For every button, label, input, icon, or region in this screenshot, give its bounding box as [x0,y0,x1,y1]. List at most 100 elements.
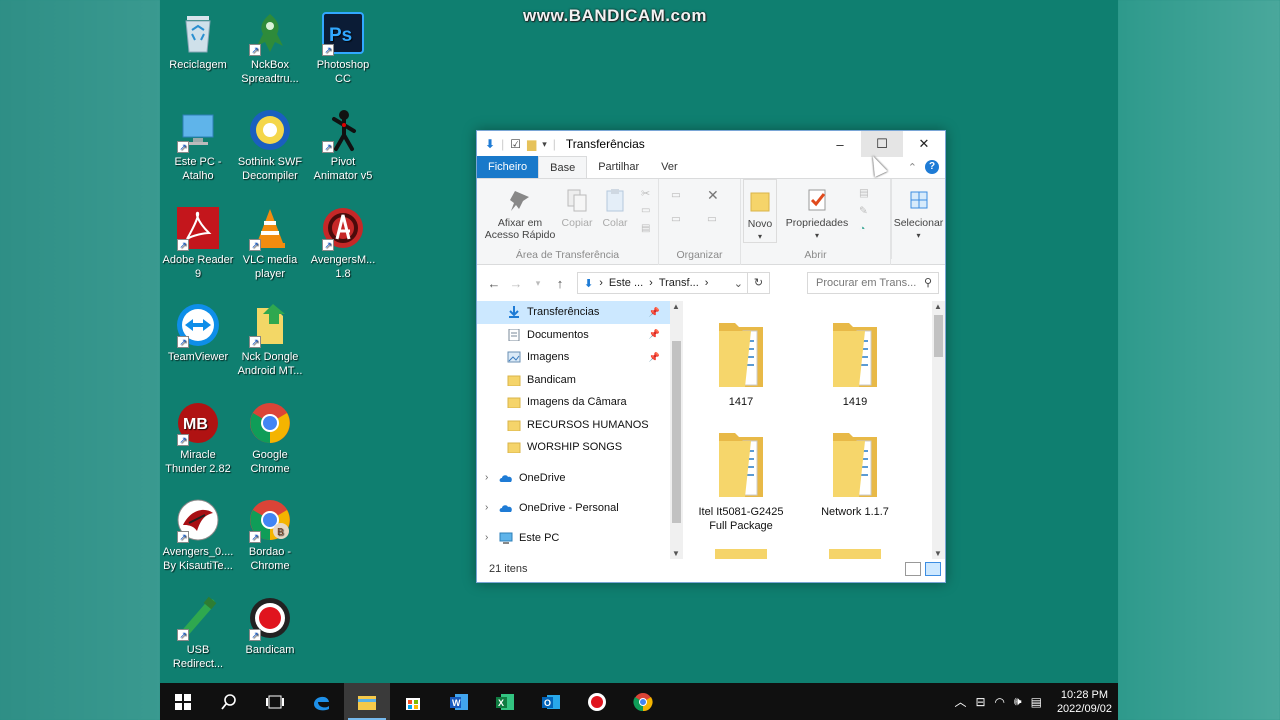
dropdown-icon[interactable]: ▾ [542,139,547,150]
nav-item-imagens[interactable]: Imagens 📌 [477,346,670,369]
back-button[interactable]: ← [483,276,505,291]
desktop-icon-este-pc[interactable]: ↗ Este PC - Atalho [160,101,236,191]
scroll-up-icon[interactable]: ▲ [672,302,680,311]
edge-icon[interactable] [298,683,344,720]
nav-root-este-pc[interactable]: › Este PC [477,523,670,553]
nav-root-onedrive[interactable]: › OneDrive [477,463,670,493]
task-view-icon[interactable] [252,683,298,720]
desktop-icon-miracle[interactable]: MB ↗ Miracle Thunder 2.82 [160,394,236,484]
nav-item-bandicam[interactable]: Bandicam [477,369,670,392]
address-bar[interactable]: ⬇ › Este ... › Transf... › ⌄ ↻ [577,272,770,294]
expand-chevron-icon[interactable]: › [485,532,499,543]
desktop-icon-teamviewer[interactable]: ↗ TeamViewer [160,296,236,386]
network-adapter-icon[interactable]: ⊟ [975,695,985,709]
notifications-icon[interactable]: ▤ [1031,695,1042,709]
pin-quick-access-button[interactable]: Afixar em Acesso Rápido [481,187,559,241]
nav-scrollbar[interactable]: ▲ ▼ [670,301,683,559]
search-input[interactable]: Procurar em Trans... ⚲ [807,272,939,294]
scrollbar-thumb[interactable] [934,315,943,357]
show-hidden-icons-icon[interactable]: ︿ [954,693,966,710]
content-scrollbar[interactable]: ▲ ▼ [932,301,945,559]
nav-root-onedrive-personal[interactable]: › OneDrive - Personal [477,493,670,523]
expand-chevron-icon[interactable]: › [485,502,499,513]
up-button[interactable]: ↑ [549,276,571,291]
file-item[interactable]: 1417 [693,317,789,409]
copy-button[interactable]: Copiar [559,187,595,229]
search-icon[interactable] [206,683,252,720]
tab-ver[interactable]: Ver [650,156,689,178]
file-item[interactable]: 1419 [807,317,903,409]
recent-locations-button[interactable]: ▾ [527,278,549,289]
details-view-icon[interactable] [905,562,921,576]
desktop-icon-nck-dongle[interactable]: ↗ Nck Dongle Android MT... [232,296,308,386]
tab-base[interactable]: Base [538,156,588,178]
folder-icon[interactable]: ▆ [527,137,536,151]
new-folder-button[interactable]: Novo ▾ [743,179,777,243]
refresh-icon[interactable]: ↻ [747,273,769,293]
clock[interactable]: 10:28 PM 2022/09/02 [1057,688,1112,716]
nav-item-documentos[interactable]: Documentos 📌 [477,324,670,347]
volume-icon[interactable]: 🕪 [1014,694,1022,709]
breadcrumb-transferencias[interactable]: Transf... [659,277,699,289]
scrollbar-thumb[interactable] [672,341,681,523]
desktop-icon-usb-redirector[interactable]: ↗ USB Redirect... [160,589,236,679]
delete-icon[interactable]: ✕ [707,187,719,203]
download-arrow-icon[interactable]: ⬇ [485,137,495,151]
desktop-icon-nckbox[interactable]: ↗ NckBox Spreadtru... [232,4,308,94]
tab-ficheiro[interactable]: Ficheiro [477,156,539,178]
select-button[interactable]: Selecionar ▾ [891,179,945,259]
file-explorer-icon[interactable] [344,683,390,720]
store-icon[interactable] [390,683,436,720]
desktop-icon-photoshop[interactable]: Ps ↗ Photoshop CC [305,4,381,94]
paste-shortcut-icon[interactable]: ▤ [641,223,653,235]
scroll-down-icon[interactable]: ▼ [934,549,942,558]
file-item[interactable]: Network 1.1.7 [807,427,903,519]
desktop-icon-bandicam[interactable]: ↗ Bandicam [232,589,308,679]
nav-item-worship-songs[interactable]: WORSHIP SONGS [477,436,670,459]
outlook-icon[interactable]: O [528,683,574,720]
scroll-up-icon[interactable]: ▲ [934,302,942,311]
file-explorer-window[interactable]: ⬇ | ☑ ▆ ▾ | Transferências – ☐ ✕ Ficheir… [476,130,946,583]
title-bar[interactable]: ⬇ | ☑ ▆ ▾ | Transferências – ☐ ✕ [477,131,945,157]
open-icon[interactable]: ▤ [859,187,871,199]
desktop-icon-vlc[interactable]: ↗ VLC media player [232,199,308,289]
minimize-button[interactable]: – [819,131,861,157]
collapse-ribbon-icon[interactable]: ⌃ [908,161,917,174]
desktop-icon-bordao-chrome[interactable]: B ↗ Bordao - Chrome [232,491,308,581]
close-button[interactable]: ✕ [903,131,945,157]
word-icon[interactable]: W [436,683,482,720]
excel-icon[interactable]: X [482,683,528,720]
copy-to-icon[interactable]: ▭ [671,213,683,225]
address-dropdown-icon[interactable]: ⌄ [734,277,743,290]
bandicam-icon[interactable] [574,683,620,720]
scroll-down-icon[interactable]: ▼ [672,549,680,558]
wifi-icon[interactable]: ◠ [995,695,1005,709]
nav-item-imagens-da-c-mara[interactable]: Imagens da Câmara [477,391,670,414]
properties-button[interactable]: Propriedades ▾ [781,187,853,242]
edit-icon[interactable]: ✎ [859,205,871,217]
desktop-icon-reciclagem[interactable]: Reciclagem [160,4,236,94]
breadcrumb-este-pc[interactable]: Este ... [609,277,643,289]
forward-button[interactable]: → [505,276,527,291]
desktop-icon-avengers[interactable]: ↗ AvengersM... 1.8 [305,199,381,289]
checkbox-icon[interactable]: ☑ [510,137,521,151]
tab-partilhar[interactable]: Partilhar [587,156,650,178]
nav-item-transfer-ncias[interactable]: Transferências 📌 [477,301,670,324]
cut-icon[interactable]: ✂ [641,187,653,200]
expand-chevron-icon[interactable]: › [485,472,499,483]
desktop-icon-sothink[interactable]: Sothink SWF Decompiler [232,101,308,191]
desktop-icon-chrome[interactable]: Google Chrome [232,394,308,484]
nav-item-recursos-humanos[interactable]: RECURSOS HUMANOS [477,414,670,437]
desktop-icon-avengers-box[interactable]: ↗ Avengers_0.... By KisautiTe... [160,491,236,581]
help-icon[interactable]: ? [925,160,939,174]
desktop-icon-adobe-reader[interactable]: ↗ Adobe Reader 9 [160,199,236,289]
file-item[interactable]: Itel It5081-G2425 Full Package [693,427,789,533]
move-to-icon[interactable]: ▭ [671,189,683,201]
maximize-button[interactable]: ☐ [861,131,903,157]
copy-path-icon[interactable]: ▭ [641,205,653,217]
rename-icon[interactable]: ▭ [707,213,719,225]
chrome-icon[interactable] [620,683,666,720]
large-icons-view-icon[interactable] [925,562,941,576]
start-icon[interactable] [160,683,206,720]
paste-button[interactable]: Colar [597,187,633,229]
